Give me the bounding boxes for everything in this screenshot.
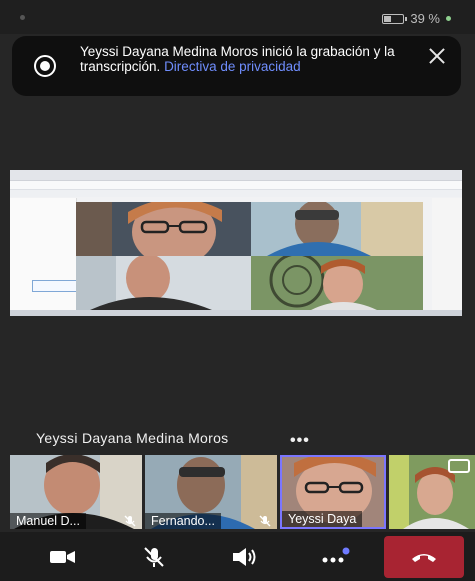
video-button[interactable]: [40, 532, 86, 581]
recording-banner: Yeyssi Dayana Medina Moros inició la gra…: [12, 36, 461, 96]
banner-message: Yeyssi Dayana Medina Moros inició la gra…: [80, 44, 420, 74]
more-icon: [322, 547, 350, 562]
video-icon: [50, 550, 75, 563]
recording-status-dot: [446, 16, 451, 21]
participant-name-label: Yeyssi Daya: [282, 511, 363, 527]
end-call-icon: [412, 554, 436, 562]
browser-address-bar: [10, 181, 462, 190]
participant-name: Fernando...: [151, 514, 215, 528]
switch-camera-icon[interactable]: [448, 459, 470, 473]
shared-screen: [10, 170, 462, 316]
end-call-button[interactable]: [384, 536, 464, 578]
person-image: [251, 202, 423, 256]
mute-button[interactable]: [131, 532, 177, 581]
participant-thumbnail-manuel[interactable]: Manuel D...: [10, 455, 142, 529]
more-button[interactable]: [312, 532, 358, 581]
shared-video-tile-2: [251, 202, 423, 256]
shared-video-tile-1: [76, 202, 251, 256]
active-speaker-name: Yeyssi Dayana Medina Moros: [36, 430, 229, 446]
recording-icon: [34, 55, 56, 77]
person-image: [76, 202, 251, 256]
person-image: [76, 256, 251, 310]
shared-taskbar: [10, 310, 462, 316]
participant-thumbnail-4[interactable]: [389, 455, 475, 529]
privacy-link[interactable]: Directiva de privacidad: [164, 59, 301, 74]
speaker-more-button[interactable]: •••: [290, 432, 310, 450]
status-bar: 39 %: [0, 0, 475, 34]
participant-name: Manuel D...: [16, 514, 80, 528]
person-image: [251, 256, 423, 310]
meeting-toolbar: [0, 532, 475, 581]
browser-bookmarks: [10, 190, 462, 197]
shared-video-tile-4: [251, 256, 423, 310]
mic-off-icon: [144, 546, 164, 567]
mic-off-icon: [259, 515, 271, 527]
participant-strip: Manuel D... Fernando... Yeyssi Daya: [10, 455, 475, 529]
shared-right-panel: [432, 198, 462, 310]
battery-indicator: 39 %: [382, 11, 451, 26]
shared-video-tile-3: [76, 256, 251, 310]
participant-name-label: Manuel D...: [10, 513, 86, 529]
mic-off-icon: [124, 515, 136, 527]
participant-name: Yeyssi Daya: [288, 512, 357, 526]
close-icon[interactable]: [425, 44, 449, 68]
battery-icon: [382, 13, 408, 24]
participant-thumbnail-yeyssi[interactable]: Yeyssi Daya: [280, 455, 386, 529]
participant-name-label: Fernando...: [145, 513, 221, 529]
speaker-button[interactable]: [222, 532, 268, 581]
browser-tabs: [10, 170, 462, 181]
participant-thumbnail-fernando[interactable]: Fernando...: [145, 455, 277, 529]
shared-side-panel: [10, 198, 80, 310]
speaker-icon: [233, 547, 256, 566]
battery-text: 39 %: [410, 11, 440, 26]
notification-dot: [20, 15, 25, 20]
